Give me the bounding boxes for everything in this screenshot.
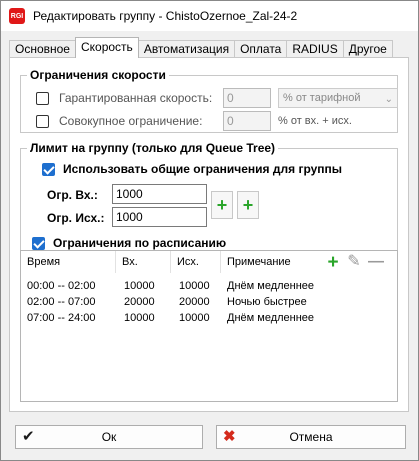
app-logo-icon: RGI	[9, 8, 25, 24]
guaranteed-speed-unit-select[interactable]: % от тарифной ⌄	[278, 88, 398, 108]
cancel-button-label: Отмена	[289, 430, 333, 444]
row-time: 02:00 -- 07:00	[27, 296, 96, 308]
dialog-window: RGI Редактировать группу - ChistoOzernoe…	[0, 0, 419, 461]
window-title: Редактировать группу - ChistoOzernoe_Zal…	[33, 9, 298, 23]
row-in: 20000	[124, 296, 155, 308]
schedule-label: Ограничения по расписанию	[53, 236, 227, 250]
total-limit-unit: % от вх. + исх.	[278, 115, 352, 127]
total-limit-row: Совокупное ограничение:	[36, 114, 202, 128]
tab-other[interactable]: Другое	[342, 40, 393, 58]
total-limit-checkbox[interactable]	[36, 114, 49, 128]
total-limit-label: Совокупное ограничение:	[59, 114, 203, 128]
minus-icon[interactable]: —	[367, 253, 385, 271]
schedule-table[interactable]: Время Вх. Исх. Примечание + ✎ — 00:00 --…	[20, 250, 398, 402]
out-limit-input[interactable]: 1000	[112, 207, 207, 227]
tab-automation[interactable]: Автоматизация	[137, 40, 236, 58]
total-limit-input[interactable]: 0	[223, 111, 271, 131]
schedule-checkbox[interactable]	[32, 236, 45, 250]
guaranteed-speed-unit-value: % от тарифной	[283, 92, 361, 104]
tab-main[interactable]: Основное	[9, 40, 76, 58]
row-note: Ночью быстрее	[227, 296, 307, 308]
tab-bar: Основное Скорость Автоматизация Оплата R…	[9, 37, 393, 58]
use-common-label: Использовать общие ограничения для групп…	[63, 162, 343, 176]
add-out-limit-button[interactable]: +	[237, 191, 259, 219]
plus-icon: +	[216, 195, 228, 215]
tab-speed[interactable]: Скорость	[74, 37, 139, 58]
row-out: 10000	[179, 280, 210, 292]
table-header: Время Вх. Исх. Примечание + ✎ —	[21, 251, 397, 273]
title-bar: RGI Редактировать группу - ChistoOzernoe…	[1, 1, 418, 31]
column-header-note[interactable]: Примечание	[221, 251, 321, 273]
ok-button-label: Ок	[101, 430, 117, 444]
guaranteed-speed-label: Гарантированная скорость:	[59, 91, 213, 105]
guaranteed-speed-input[interactable]: 0	[223, 88, 271, 108]
row-out: 10000	[179, 312, 210, 324]
use-common-checkbox[interactable]	[42, 162, 55, 176]
group-limit-title: Лимит на группу (только для Queue Tree)	[27, 141, 279, 155]
table-row[interactable]: 02:00 -- 07:00 20000 20000 Ночью быстрее	[21, 294, 397, 310]
in-limit-label: Огр. Вх.:	[47, 188, 98, 202]
out-limit-label: Огр. Исх.:	[47, 211, 105, 225]
pencil-icon[interactable]: ✎	[345, 253, 363, 271]
use-common-row: Использовать общие ограничения для групп…	[42, 162, 342, 176]
add-schedule-icon[interactable]: +	[324, 253, 342, 272]
row-in: 10000	[124, 312, 155, 324]
tab-payment[interactable]: Оплата	[234, 40, 288, 58]
column-header-time[interactable]: Время	[21, 251, 116, 273]
column-header-out[interactable]: Исх.	[171, 251, 221, 273]
column-header-in[interactable]: Вх.	[116, 251, 171, 273]
row-in: 10000	[124, 280, 155, 292]
in-limit-input[interactable]: 1000	[112, 184, 207, 204]
plus-icon: +	[242, 195, 254, 215]
schedule-row: Ограничения по расписанию	[32, 236, 226, 250]
row-note: Днём медленнее	[227, 312, 315, 324]
row-out: 20000	[179, 296, 210, 308]
row-time: 00:00 -- 02:00	[27, 280, 96, 292]
chevron-down-icon: ⌄	[384, 94, 393, 105]
speed-tab-panel: Ограничения скорости Гарантированная ско…	[9, 57, 409, 412]
row-time: 07:00 -- 24:00	[27, 312, 96, 324]
row-note: Днём медленнее	[227, 280, 315, 292]
guaranteed-speed-row: Гарантированная скорость:	[36, 91, 212, 105]
add-in-limit-button[interactable]: +	[211, 191, 233, 219]
table-row[interactable]: 00:00 -- 02:00 10000 10000 Днём медленне…	[21, 278, 397, 294]
guaranteed-speed-checkbox[interactable]	[36, 91, 49, 105]
tab-radius[interactable]: RADIUS	[286, 40, 344, 58]
cancel-button[interactable]: ✖ Отмена	[216, 425, 406, 449]
ok-button[interactable]: ✔ Ок	[15, 425, 203, 449]
table-row[interactable]: 07:00 -- 24:00 10000 10000 Днём медленне…	[21, 310, 397, 326]
speed-limits-title: Ограничения скорости	[27, 68, 169, 82]
